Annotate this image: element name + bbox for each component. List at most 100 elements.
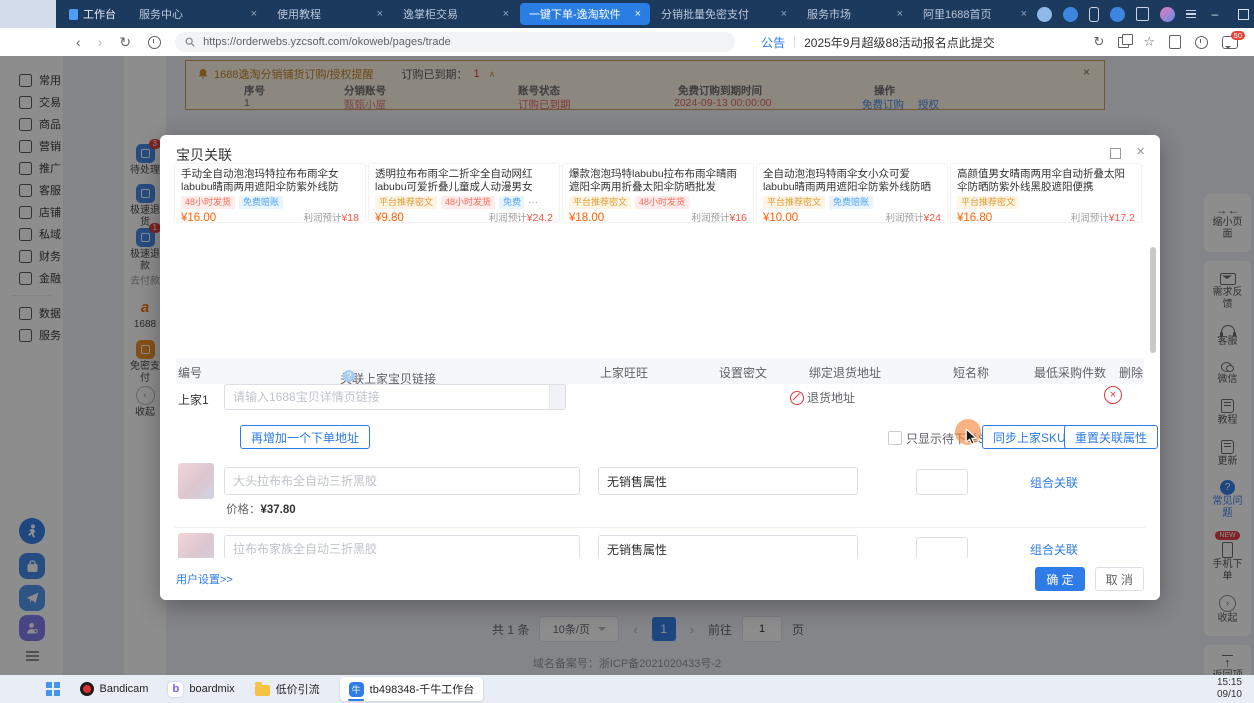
product-card[interactable]: 透明拉布布雨伞二折伞全自动网红labubu可爱折叠儿童成人动漫男女 平台推荐密文…	[368, 163, 560, 223]
browser-avatar[interactable]	[1160, 7, 1175, 22]
product-card[interactable]: 爆款泡泡玛特labubu拉布布雨伞晴雨遮阳伞两用折叠太阳伞防晒批发 平台推荐密文…	[562, 163, 754, 223]
modal-maximize-icon[interactable]	[1110, 148, 1121, 159]
boardmix-icon: b	[168, 682, 183, 697]
product-card[interactable]: 全自动泡泡玛特雨伞女小众可爱labubu晴雨两用遮阳伞防紫外线防晒 平台推荐密文…	[756, 163, 948, 223]
window-minimize-button[interactable]: –	[1207, 0, 1223, 28]
tab-one-key-order-active[interactable]: 一键下单-逸淘软件 ×	[520, 3, 650, 25]
taskbar-item-boardmix[interactable]: b boardmix	[168, 677, 234, 701]
card-profit: ¥24	[923, 212, 941, 224]
combo-link[interactable]: 组合关联	[1030, 474, 1078, 491]
url-text: https://orderwebs.yzcsoft.com/okoweb/pag…	[203, 36, 451, 48]
paw-extension-icon[interactable]	[1037, 7, 1052, 22]
card-price: ¥10.00	[763, 212, 798, 224]
messages-icon[interactable]: 50	[1222, 36, 1238, 49]
sale-attr-input[interactable]	[598, 467, 858, 495]
reader-icon[interactable]	[1169, 35, 1181, 49]
notes-icon[interactable]	[1136, 7, 1149, 21]
bookmark-star-icon[interactable]: ☆	[1143, 34, 1155, 50]
forward-icon[interactable]: ›	[98, 35, 103, 49]
date: 09/10	[1217, 689, 1242, 701]
sync-supplier-sku-button[interactable]: 同步上家SKU	[982, 425, 1077, 449]
min-purchase-input[interactable]	[916, 469, 968, 495]
tab-service-center[interactable]: 服务中心 ×	[130, 3, 266, 25]
tab-batch-pay[interactable]: 分销批量免密支付 ×	[652, 3, 796, 25]
tag: 免费赔账	[239, 196, 283, 209]
taskbar-item-bandicam[interactable]: Bandicam	[80, 677, 149, 701]
phone-icon[interactable]	[1089, 7, 1099, 22]
announcement-text[interactable]: 2025年9月超级88活动报名点此提交	[804, 34, 995, 51]
reload-icon[interactable]: ↻	[119, 35, 131, 49]
time: 15:15	[1217, 677, 1242, 689]
extension-a-icon[interactable]	[1110, 7, 1125, 22]
announcement-label[interactable]: 公告	[761, 34, 785, 51]
tab-close-icon[interactable]: ×	[897, 8, 903, 20]
tab-service-market[interactable]: 服务市场 ×	[798, 3, 912, 25]
folder-icon	[255, 685, 270, 696]
short-name-input[interactable]	[224, 467, 580, 495]
combo-link[interactable]: 组合关联	[1030, 541, 1078, 558]
product-link-modal: 宝贝关联 × 手动全自动泡泡玛特拉布布雨伞女labubu晴雨两用遮阳伞防紫外线防…	[160, 135, 1160, 600]
link-table-header: 编号 关联上家宝贝链接? 上家旺旺 设置密文 绑定退货地址 短名称 最低采购件数…	[176, 358, 1144, 384]
os-taskbar: Bandicam b boardmix 低价引流 牛 tb498348-千牛工作…	[0, 675, 1254, 703]
tab-close-icon[interactable]: ×	[377, 8, 383, 20]
back-icon[interactable]: ‹	[76, 35, 81, 49]
product-thumbnail[interactable]	[178, 463, 214, 499]
browser-address-bar: ‹ › ↻ https://orderwebs.yzcsoft.com/okow…	[0, 28, 1254, 57]
card-price: ¥16.80	[957, 212, 992, 224]
tab-tutorial[interactable]: 使用教程 ×	[268, 3, 392, 25]
modal-title: 宝贝关联	[176, 145, 232, 165]
taskbar-clock[interactable]: 15:15 09/10	[1217, 677, 1254, 701]
modal-scrollbar-thumb[interactable]	[1150, 247, 1156, 353]
taskbar-item-qianniu-active[interactable]: 牛 tb498348-千牛工作台	[340, 677, 484, 701]
shield-extension-icon[interactable]	[1063, 7, 1078, 22]
cancel-button[interactable]: 取 消	[1095, 567, 1144, 591]
tab-yzg-trade[interactable]: 逸掌柜交易 ×	[394, 3, 518, 25]
tab-close-icon[interactable]: ×	[781, 8, 787, 20]
confirm-button[interactable]: 确 定	[1035, 567, 1084, 591]
tab-1688-home[interactable]: 阿里1688首页 ×	[914, 3, 1036, 25]
tag: 平台推荐密文	[763, 196, 825, 209]
reset-link-attrs-button[interactable]: 重置关联属性	[1064, 425, 1158, 449]
url-bar[interactable]: https://orderwebs.yzcsoft.com/okoweb/pag…	[175, 32, 735, 52]
tag: 免费赔账	[829, 196, 873, 209]
user-settings-link[interactable]: 用户设置>>	[176, 571, 233, 587]
sync-icon[interactable]: ↻	[1093, 34, 1104, 50]
window-maximize-button[interactable]	[1238, 9, 1249, 20]
pinned-tab-label: 工作台	[83, 6, 116, 22]
start-button[interactable]	[46, 682, 60, 696]
tag: 48小时发货	[441, 196, 495, 209]
history-clock-icon[interactable]	[148, 36, 161, 49]
tag: 48小时发货	[635, 196, 689, 209]
tab-close-icon[interactable]: ×	[635, 8, 641, 20]
screen: 工作台 服务中心 × 使用教程 × 逸掌柜交易 × 一键下单-逸淘软件 × 分销…	[0, 0, 1254, 703]
taskbar-item-folder[interactable]: 低价引流	[255, 677, 320, 701]
return-address-link[interactable]: 退货地址	[790, 389, 855, 406]
help-icon[interactable]: ?	[343, 370, 355, 382]
tab-close-icon[interactable]: ×	[251, 8, 257, 20]
pinned-tab-workspace[interactable]: 工作台	[56, 6, 129, 22]
card-profit: ¥18	[341, 212, 359, 224]
copy-windows-icon[interactable]	[1118, 37, 1129, 48]
supplier-row-label: 上家1	[178, 391, 209, 408]
product-card[interactable]: 手动全自动泡泡玛特拉布布雨伞女labubu晴雨两用遮阳伞防紫外线防 48小时发货…	[174, 163, 366, 223]
supplier-link-input[interactable]	[225, 385, 549, 409]
product-price: ¥37.80	[261, 504, 296, 516]
tab-close-icon[interactable]: ×	[1021, 8, 1027, 20]
card-profit: ¥24.2	[527, 212, 553, 224]
only-pending-sku-checkbox[interactable]	[888, 431, 902, 445]
workspace-icon	[69, 9, 78, 20]
bandicam-icon	[80, 682, 94, 696]
delete-row-icon[interactable]: ×	[1104, 386, 1122, 404]
workspace-strip[interactable]	[0, 0, 56, 28]
product-card[interactable]: 高颜值男女晴雨两用伞自动折叠太阳伞防晒防紫外线黑胶遮阳便携 平台推荐密文 ¥16…	[950, 163, 1142, 223]
tab-close-icon[interactable]: ×	[503, 8, 509, 20]
add-order-address-button[interactable]: 再增加一个下单地址	[240, 425, 370, 449]
messages-badge: 50	[1231, 31, 1245, 41]
history-icon[interactable]	[1195, 36, 1208, 49]
mouse-cursor	[965, 428, 978, 452]
search-icon	[185, 37, 195, 47]
link-input-addon[interactable]	[549, 385, 565, 409]
browser-menu-icon[interactable]	[1186, 10, 1196, 19]
card-price: ¥16.00	[181, 212, 216, 224]
modal-close-icon[interactable]: ×	[1136, 143, 1145, 160]
